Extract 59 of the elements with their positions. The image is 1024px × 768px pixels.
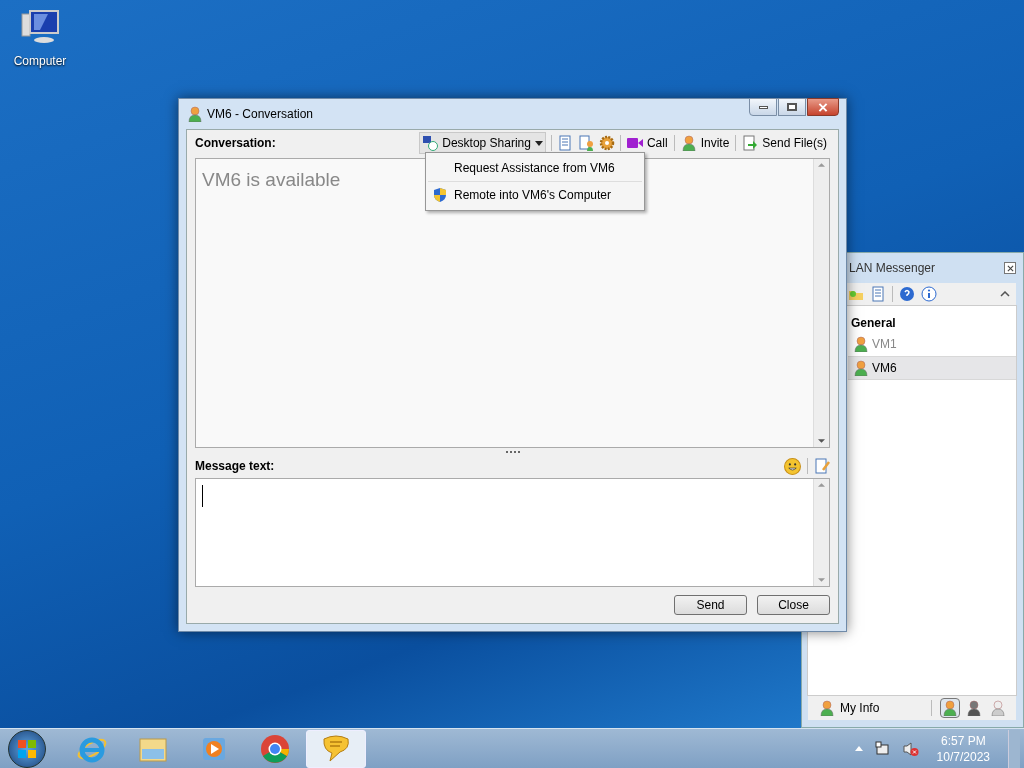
maximize-button[interactable]	[778, 98, 806, 116]
help-icon[interactable]	[899, 286, 915, 302]
close-icon	[818, 102, 828, 112]
window-title: LAN Messenger	[849, 260, 936, 277]
smiley-icon[interactable]	[784, 457, 801, 475]
scrollbar[interactable]	[813, 479, 829, 586]
document-edit-icon[interactable]	[814, 458, 830, 474]
status-message: VM6 is available	[202, 169, 341, 190]
browser-circle-icon	[259, 732, 291, 765]
desktop-icon-label: Computer	[13, 53, 67, 70]
speech-bubble-icon	[320, 732, 352, 765]
collapse-icon[interactable]	[1000, 291, 1010, 297]
send-files-button[interactable]: Send File(s)	[741, 132, 828, 154]
contact-item[interactable]: VM6	[848, 356, 1016, 380]
minimize-button[interactable]	[749, 98, 777, 116]
show-hidden-icons[interactable]	[854, 746, 863, 751]
taskbar-app[interactable]	[306, 729, 366, 768]
my-info-label[interactable]: My Info	[840, 699, 880, 717]
document-arrow-icon	[742, 135, 759, 151]
windows-logo-icon	[17, 738, 37, 759]
close-icon[interactable]	[1004, 262, 1016, 274]
notes-icon	[870, 286, 886, 302]
close-button[interactable]	[807, 98, 839, 116]
muted-speaker-icon[interactable]	[902, 740, 919, 757]
dialog-button[interactable]: Close	[757, 595, 830, 615]
dialog-button[interactable]: Send	[674, 595, 747, 615]
info-icon[interactable]	[921, 286, 937, 302]
contact-item[interactable]: VM1	[848, 332, 1016, 356]
start-button[interactable]	[8, 729, 46, 768]
status-button[interactable]	[940, 698, 960, 718]
network-icon[interactable]	[874, 740, 891, 757]
call-button[interactable]: Call	[625, 132, 669, 154]
my-info-person-icon	[820, 700, 834, 716]
message-input[interactable]	[195, 478, 830, 587]
scroll-up-icon[interactable]	[818, 163, 825, 167]
status-button[interactable]	[964, 698, 984, 718]
status-person-icon	[943, 700, 957, 716]
shield-icon	[432, 187, 448, 203]
gear-icon[interactable]	[598, 135, 615, 151]
invite-button[interactable]: Invite	[679, 132, 731, 154]
contact-person-icon	[854, 360, 868, 376]
message-label: Message text:	[195, 458, 275, 475]
menu-item[interactable]: Request Assistance from VM6	[428, 155, 642, 181]
video-camera-icon	[626, 137, 643, 149]
title-person-icon	[188, 106, 202, 122]
window-title: VM6 - Conversation	[207, 106, 314, 123]
contact-person-icon	[854, 336, 868, 352]
status-person-icon	[967, 700, 981, 716]
info-person-icon[interactable]	[577, 135, 594, 151]
scrollbar[interactable]	[813, 159, 829, 447]
scroll-down-icon[interactable]	[818, 439, 825, 443]
desktop-sharing-button[interactable]: Desktop Sharing	[419, 132, 546, 154]
menu-item[interactable]: Remote into VM6's Computer	[428, 182, 642, 208]
scroll-up-icon[interactable]	[818, 483, 825, 487]
splitter-handle[interactable]	[505, 451, 520, 453]
caret-icon	[534, 140, 543, 146]
status-person-icon	[991, 700, 1005, 716]
group-header[interactable]: General	[848, 314, 1016, 332]
conversation-label: Conversation:	[195, 135, 276, 152]
